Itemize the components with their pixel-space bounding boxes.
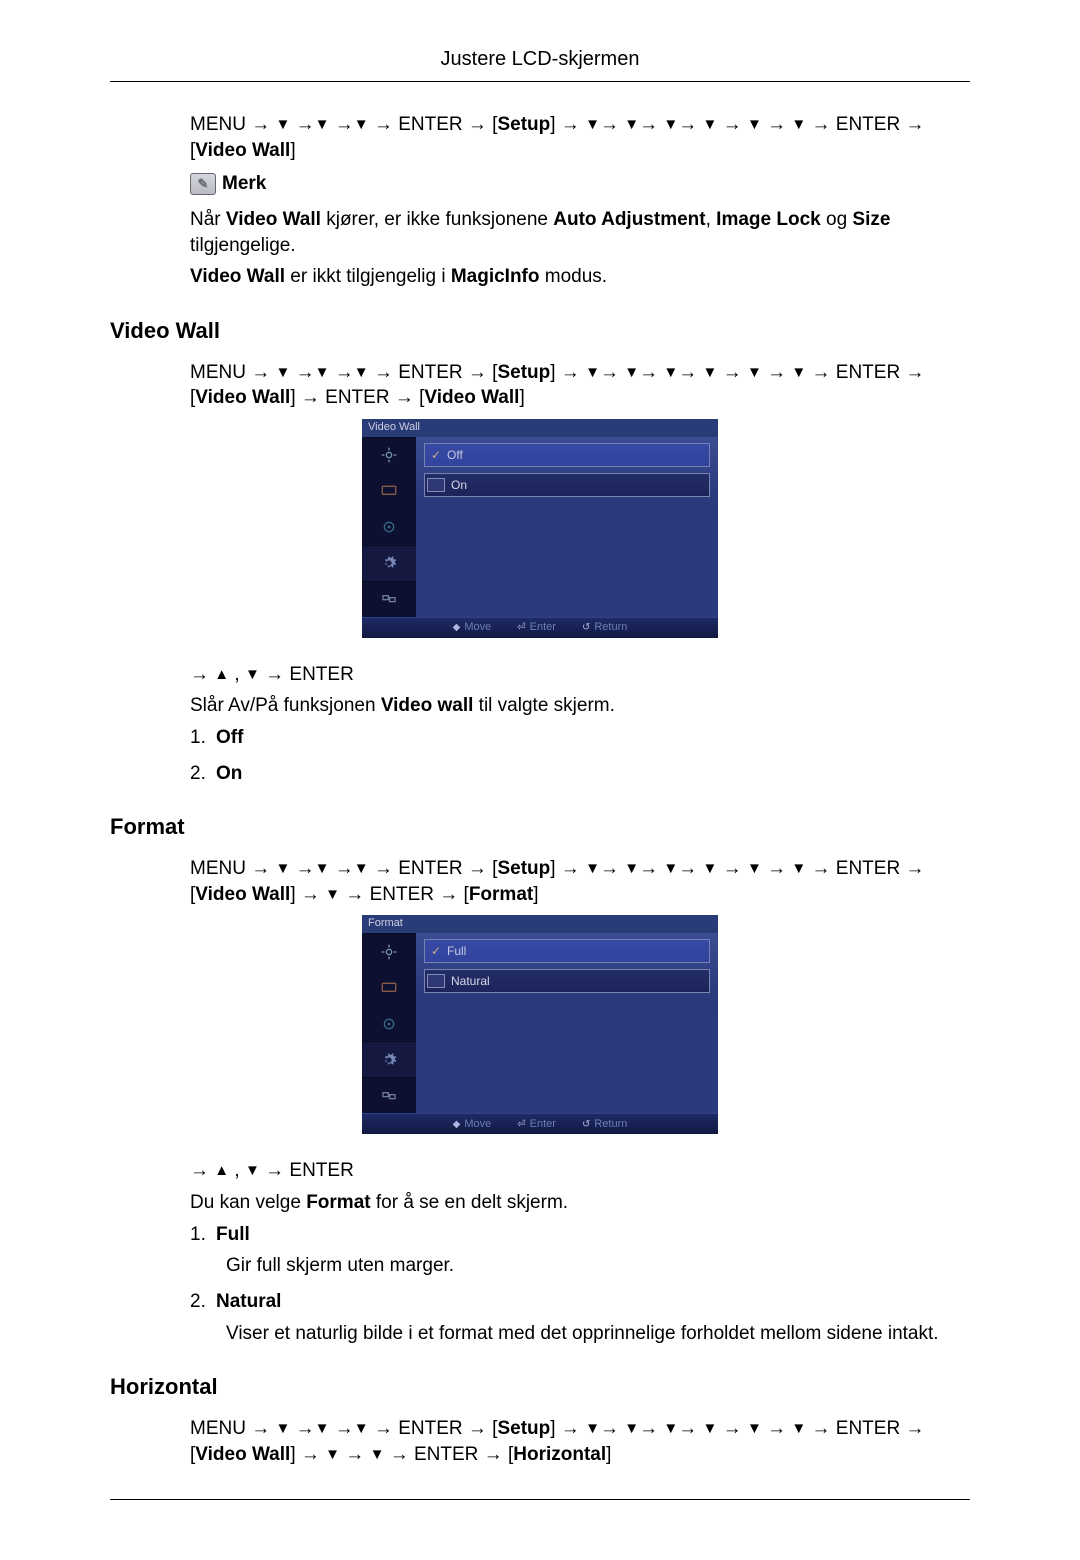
osd-panel-videowall: Video Wall ✓ Off On	[362, 419, 718, 638]
osd-sidebar	[362, 437, 416, 617]
format-desc: Du kan velge Format for å se en delt skj…	[190, 1190, 970, 1216]
gear-icon	[362, 1041, 416, 1077]
horizontal-nav: MENU → ▼ →▼ →▼ → ENTER → [Setup] → ▼→ ▼→…	[190, 1416, 970, 1467]
osd-panel-format: Format ✓ Full Natural	[362, 915, 718, 1134]
format-nav: MENU → ▼ →▼ →▼ → ENTER → [Setup] → ▼→ ▼→…	[190, 856, 970, 907]
screen-icon	[362, 969, 416, 1005]
list-item-desc: Gir full skjerm uten marger.	[226, 1253, 970, 1279]
brightness-icon	[362, 437, 416, 473]
osd-title: Video Wall	[362, 419, 718, 437]
footer-move: ◆Move	[453, 620, 492, 635]
list-item: 2.On	[190, 761, 970, 787]
target-icon	[362, 509, 416, 545]
list-item-desc: Viser et naturlig bilde i et format med …	[226, 1321, 970, 1347]
footer-move: ◆Move	[453, 1117, 492, 1132]
osd-option-natural[interactable]: Natural	[424, 969, 710, 993]
osd-option-full[interactable]: ✓ Full	[424, 939, 710, 963]
format-list: 1.Full Gir full skjerm uten marger. 2.Na…	[190, 1222, 970, 1347]
osd-title: Format	[362, 915, 718, 933]
footer-enter: ⏎Enter	[517, 620, 556, 635]
note-label-row: ✎ Merk	[190, 171, 970, 197]
note-text-line2: Video Wall er ikkt tilgjengelig i MagicI…	[190, 264, 970, 290]
footer-return: ↺Return	[582, 1117, 627, 1132]
list-item: 1.Full Gir full skjerm uten marger.	[190, 1222, 970, 1279]
videowall-list: 1.Off 2.On	[190, 725, 970, 786]
videowall-desc: Slår Av/På funksjonen Video wall til val…	[190, 693, 970, 719]
footer-rule	[110, 1499, 970, 1500]
osd-sidebar	[362, 933, 416, 1113]
brightness-icon	[362, 933, 416, 969]
note-label: Merk	[222, 171, 266, 197]
osd-option-on[interactable]: On	[424, 473, 710, 497]
gear-icon	[362, 545, 416, 581]
osd-footer: ◆Move ⏎Enter ↺Return	[362, 617, 718, 638]
osd-option-label: On	[447, 477, 467, 493]
target-icon	[362, 1005, 416, 1041]
list-item: 2.Natural Viser et naturlig bilde i et f…	[190, 1289, 970, 1346]
footer-enter: ⏎Enter	[517, 1117, 556, 1132]
note-text-line1: Når Video Wall kjører, er ikke funksjone…	[190, 207, 970, 258]
section-title-format: Format	[110, 812, 970, 842]
multi-icon	[362, 581, 416, 617]
osd-option-label: Full	[443, 943, 466, 959]
osd-option-off[interactable]: ✓ Off	[424, 443, 710, 467]
list-item: 1.Off	[190, 725, 970, 751]
footer-return: ↺Return	[582, 620, 627, 635]
section-title-videowall: Video Wall	[110, 316, 970, 346]
osd-footer: ◆Move ⏎Enter ↺Return	[362, 1113, 718, 1134]
checkbox-icon	[427, 478, 445, 492]
checkbox-icon	[427, 974, 445, 988]
osd-option-label: Off	[443, 447, 463, 463]
screen-icon	[362, 473, 416, 509]
videowall-nav: MENU → ▼ →▼ →▼ → ENTER → [Setup] → ▼→ ▼→…	[190, 360, 970, 411]
check-icon: ✓	[425, 447, 443, 463]
section-title-horizontal: Horizontal	[110, 1372, 970, 1402]
format-after-img: → ▲ , ▼ → ENTER	[190, 1158, 970, 1184]
intro-nav: MENU → ▼ →▼ →▼ → ENTER → [Setup] → ▼→ ▼→…	[190, 112, 970, 163]
videowall-after-img: → ▲ , ▼ → ENTER	[190, 662, 970, 688]
check-icon: ✓	[425, 943, 443, 959]
multi-icon	[362, 1077, 416, 1113]
page-header: Justere LCD-skjermen	[110, 48, 970, 71]
osd-option-label: Natural	[447, 973, 490, 989]
note-icon: ✎	[190, 173, 216, 195]
header-rule	[110, 81, 970, 82]
